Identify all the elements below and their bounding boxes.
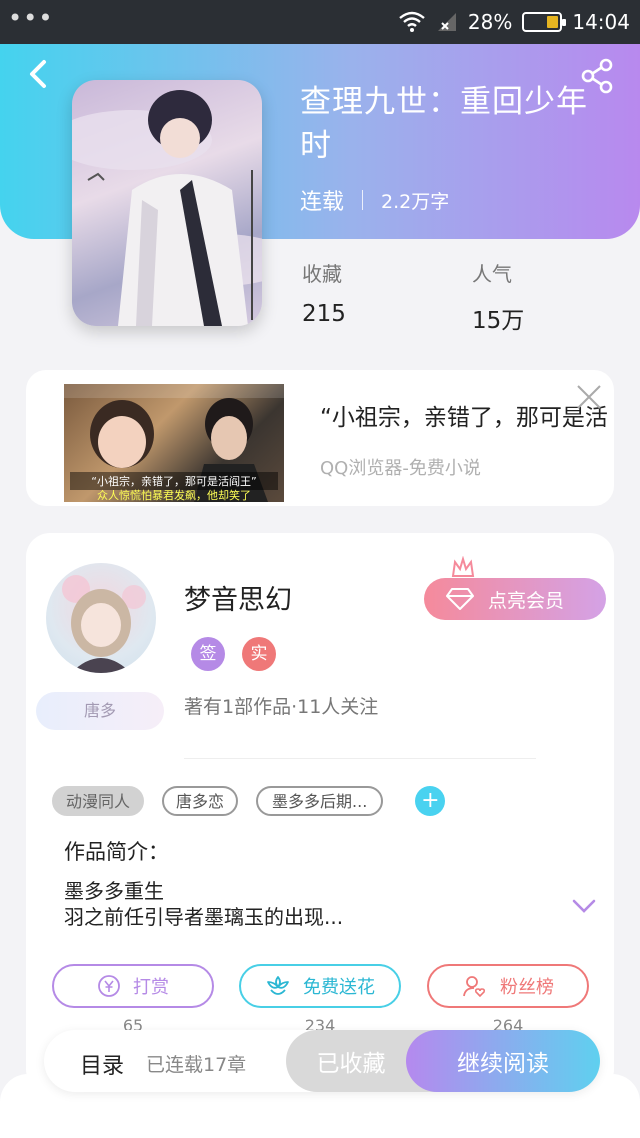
chapter-count: 已连载17章: [146, 1054, 247, 1076]
author-name[interactable]: 梦音思幻: [184, 578, 292, 617]
avatar-illustration: [62, 575, 146, 673]
crown-icon: [451, 556, 475, 577]
add-tag-button[interactable]: +: [415, 786, 446, 816]
close-icon[interactable]: [574, 382, 604, 412]
tag-list: 动漫同人 唐多恋 墨多多后期... +: [52, 786, 446, 816]
send-flower-button[interactable]: 免费送花: [239, 964, 401, 1008]
serial-status: 连载: [300, 190, 345, 215]
coin-icon: [98, 975, 120, 997]
reward-button[interactable]: 打赏: [52, 964, 214, 1008]
book-cover[interactable]: [72, 80, 262, 326]
meta-divider: [362, 190, 364, 210]
popularity-value: 15万: [472, 308, 525, 334]
reward-label: 打赏: [133, 977, 169, 998]
book-title: 查理九世：重回少年时: [300, 84, 588, 164]
clock: 14:04: [572, 10, 630, 34]
intro-label: 作品简介：: [64, 840, 169, 864]
continue-reading-button[interactable]: 继续阅读: [406, 1030, 600, 1092]
ad-image-caption-2: 众人惊慌怕暴君发飙，他却笑了: [97, 489, 251, 502]
continue-reading-label: 继续阅读: [457, 1051, 549, 1077]
intro-text: 墨多多重生 羽之前任引导者墨璃玉的出现...: [64, 878, 343, 930]
battery-percent: 28%: [467, 10, 513, 34]
author-stats: 著有1部作品·11人关注: [184, 696, 379, 718]
battery-icon: [522, 12, 567, 32]
notification-dots-icon: •••: [8, 4, 54, 32]
toc-button[interactable]: 目录: [80, 1048, 124, 1080]
back-icon[interactable]: [22, 56, 52, 92]
status-bar: ••• 28% 14:04: [0, 0, 640, 44]
word-count: 2.2万字: [381, 190, 450, 213]
cover-illustration: [72, 90, 262, 326]
chevron-down-icon[interactable]: [570, 896, 598, 916]
popularity-label: 人气: [472, 262, 512, 286]
book-meta: 连载 2.2万字: [300, 184, 449, 216]
tag-item[interactable]: 动漫同人: [52, 786, 145, 816]
signed-badge: 签: [191, 637, 225, 671]
intro-line: 墨多多重生: [64, 879, 164, 903]
ad-source: QQ浏览器-免费小说: [320, 458, 481, 479]
ad-image: “小祖宗，亲错了，那可是活阎王” 众人惊慌怕暴君发飙，他却笑了: [64, 384, 284, 502]
signal-icon: [437, 13, 456, 31]
author-tag: 唐多: [36, 692, 164, 730]
flower-label: 免费送花: [303, 977, 375, 998]
ad-title: “小祖宗，亲错了，那可是活: [320, 405, 608, 431]
favorites-stat: 收藏 215: [302, 258, 346, 327]
tag-item[interactable]: 墨多多后期...: [256, 786, 384, 816]
verified-badge: 实: [242, 637, 276, 671]
popularity-stat: 人气 15万: [472, 258, 524, 335]
vip-button[interactable]: 点亮会员: [424, 578, 606, 620]
favorites-label: 收藏: [302, 262, 342, 286]
favorites-value: 215: [302, 301, 346, 327]
divider: [184, 758, 536, 759]
user-heart-icon: [463, 976, 486, 998]
vip-button-label: 点亮会员: [488, 589, 565, 612]
favorited-label: 已收藏: [316, 1051, 386, 1077]
wifi-icon: [399, 11, 425, 32]
intro-line: 羽之前任引导者墨璃玉的出现...: [64, 905, 344, 929]
flower-icon: [267, 976, 289, 995]
author-avatar[interactable]: [46, 563, 156, 673]
fans-ranking-button[interactable]: 粉丝榜: [427, 964, 589, 1008]
diamond-icon: [446, 588, 474, 610]
tag-item[interactable]: 唐多恋: [162, 786, 239, 816]
fans-label: 粉丝榜: [500, 977, 554, 998]
ad-card[interactable]: “小祖宗，亲错了，那可是活阎王” 众人惊慌怕暴君发飙，他却笑了 “小祖宗，亲错了…: [26, 370, 614, 506]
